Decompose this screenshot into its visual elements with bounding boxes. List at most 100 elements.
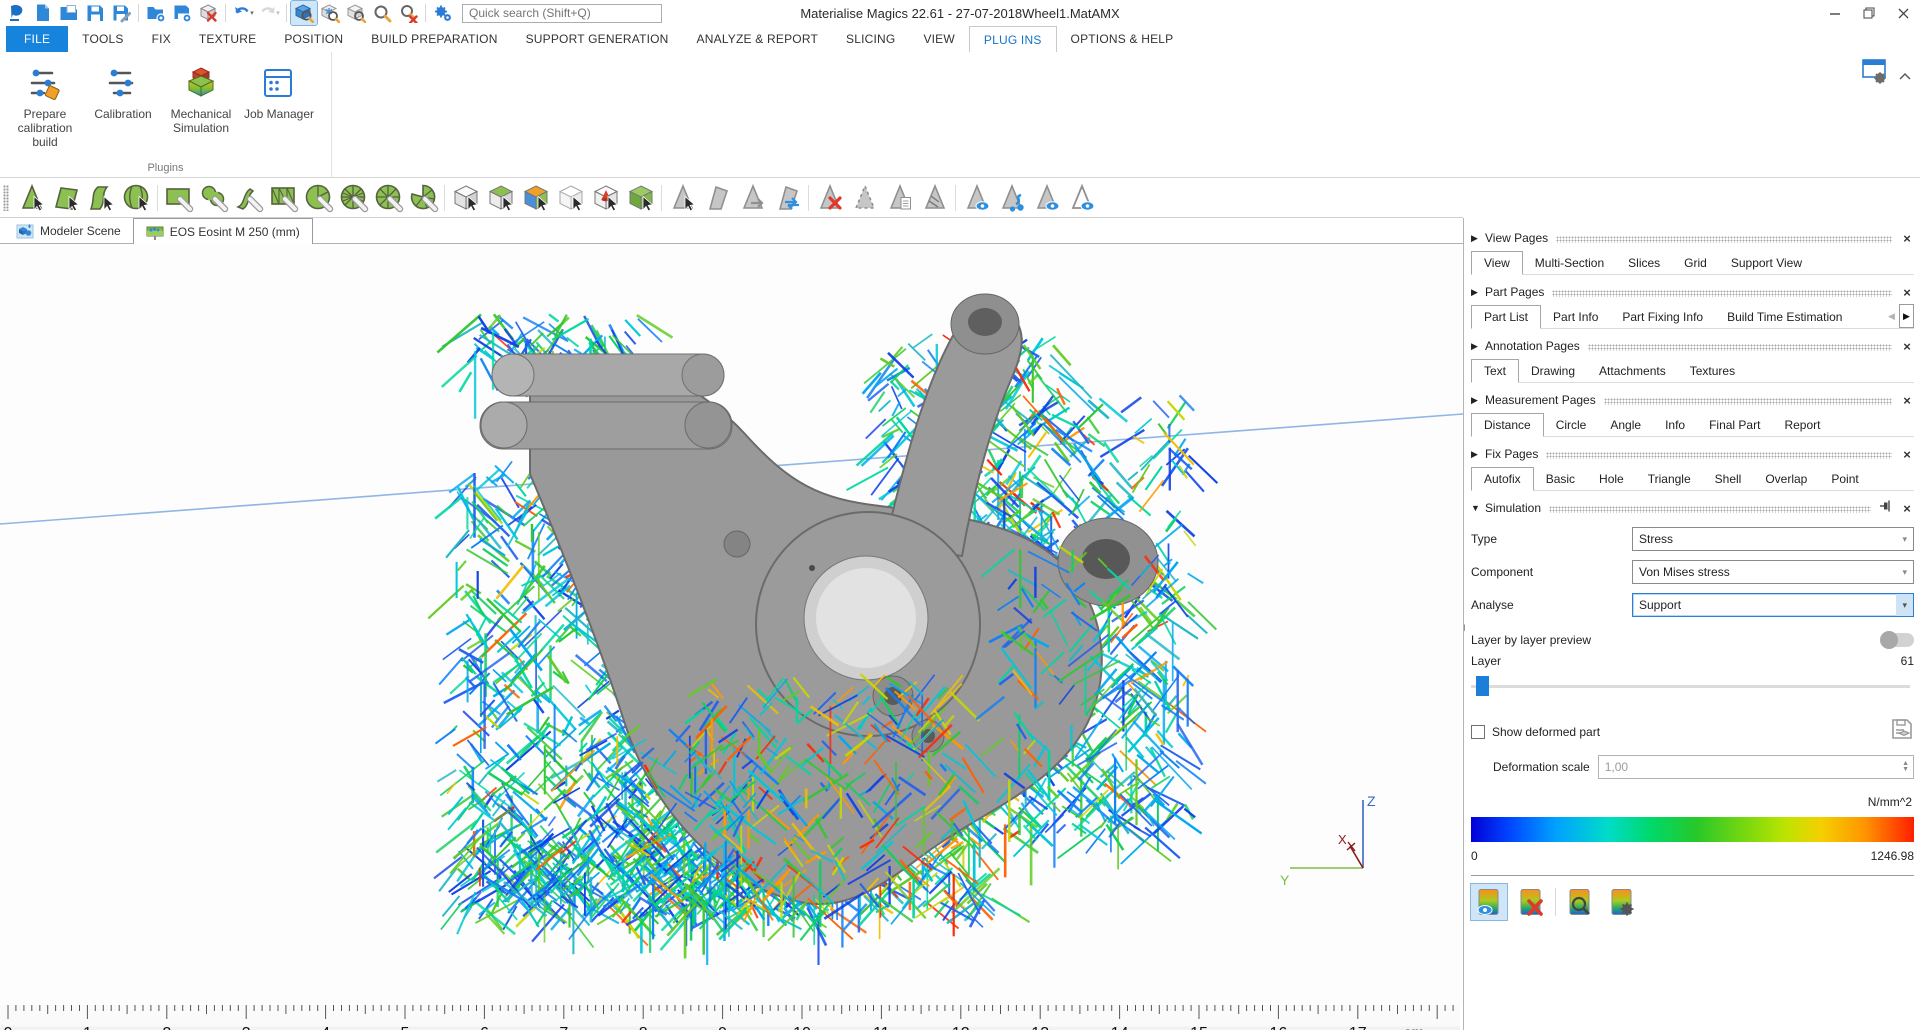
tab-multi-section[interactable]: Multi-Section	[1523, 252, 1616, 274]
close-icon[interactable]: ×	[1900, 393, 1914, 408]
tab-support-view[interactable]: Support View	[1719, 252, 1814, 274]
mark-wheel-icon[interactable]	[371, 181, 406, 215]
scroll-left-icon[interactable]: ◀	[1884, 304, 1899, 328]
search-input[interactable]	[462, 4, 662, 23]
expand-icon[interactable]: ▶	[1471, 341, 1485, 352]
triangles-hide-icon[interactable]	[959, 181, 994, 215]
remove-part-icon[interactable]	[195, 1, 221, 25]
tab-hole[interactable]: Hole	[1587, 468, 1636, 490]
close-icon[interactable]: ×	[1900, 231, 1914, 246]
undo-icon[interactable]: ▾	[230, 1, 256, 25]
close-icon[interactable]: ×	[1900, 339, 1914, 354]
annotation-pages-header[interactable]: ▶Annotation Pages×	[1471, 336, 1914, 356]
open-file-icon[interactable]	[56, 1, 82, 25]
legend-zoom-icon[interactable]	[1562, 884, 1598, 920]
calibration-button[interactable]: Calibration	[84, 58, 162, 162]
tab-attachments[interactable]: Attachments	[1587, 360, 1678, 382]
fix-pages-header[interactable]: ▶Fix Pages×	[1471, 444, 1914, 464]
tab-slices[interactable]: Slices	[1616, 252, 1672, 274]
tab-info[interactable]: Info	[1653, 414, 1697, 436]
pin-icon[interactable]	[1879, 499, 1892, 517]
triangles-select-icon[interactable]	[665, 181, 700, 215]
new-document-icon[interactable]	[30, 1, 56, 25]
select-cube-clear-icon[interactable]	[553, 181, 588, 215]
ribbon-tab-options-help[interactable]: OPTIONS & HELP	[1057, 26, 1188, 52]
select-cube-cone-icon[interactable]	[588, 181, 623, 215]
legend-remove-icon[interactable]	[1513, 884, 1549, 920]
show-deformed-checkbox[interactable]	[1471, 725, 1485, 739]
tab-circle[interactable]: Circle	[1544, 414, 1599, 436]
viewport-3d[interactable]: ZYX	[0, 244, 1463, 1005]
tab-shell[interactable]: Shell	[1703, 468, 1754, 490]
slider-handle[interactable]	[1476, 676, 1489, 696]
zoom-part-icon[interactable]	[317, 1, 343, 25]
zoom-out-icon[interactable]	[395, 1, 421, 25]
ribbon-tab-build-preparation[interactable]: BUILD PREPARATION	[357, 26, 511, 52]
tab-grid[interactable]: Grid	[1672, 252, 1719, 274]
mark-star-icon[interactable]	[336, 181, 371, 215]
mark-curve-icon[interactable]	[231, 181, 266, 215]
save-platform-icon[interactable]	[169, 1, 195, 25]
expand-icon[interactable]: ▶	[1471, 233, 1485, 244]
expand-icon[interactable]: ▶	[1471, 449, 1485, 460]
mark-window-icon[interactable]	[266, 181, 301, 215]
legend-options-icon[interactable]	[1604, 884, 1640, 920]
spinner-buttons[interactable]: ▲▼	[1902, 761, 1913, 773]
scene-tab-eos-eosint-m-250-mm-[interactable]: EOS Eosint M 250 (mm)	[133, 218, 313, 244]
ribbon-tab-texture[interactable]: TEXTURE	[185, 26, 270, 52]
layer-preview-toggle[interactable]	[1880, 633, 1914, 647]
panel-splitter-handle[interactable]: ◀	[1463, 622, 1465, 633]
analyse-dropdown[interactable]: Support ▾	[1632, 593, 1914, 617]
triangles-delete-icon[interactable]	[812, 181, 847, 215]
ribbon-tab-support-generation[interactable]: SUPPORT GENERATION	[512, 26, 683, 52]
type-dropdown[interactable]: Stress ▾	[1632, 527, 1914, 551]
select-cube-icon[interactable]	[448, 181, 483, 215]
save-icon[interactable]	[82, 1, 108, 25]
component-dropdown[interactable]: Von Mises stress ▾	[1632, 560, 1914, 584]
ribbon-tab-analyze-report[interactable]: ANALYZE & REPORT	[683, 26, 832, 52]
mark-triangle-icon[interactable]	[14, 181, 49, 215]
collapse-icon[interactable]: ▼	[1471, 503, 1485, 513]
triangles-expand-icon[interactable]	[735, 181, 770, 215]
mark-shell-icon[interactable]	[119, 181, 154, 215]
close-icon[interactable]: ×	[1900, 501, 1914, 516]
toolbar-drag-handle[interactable]	[3, 185, 9, 211]
triangles-show-marked-icon[interactable]	[994, 181, 1029, 215]
minimize-button[interactable]	[1818, 0, 1852, 26]
triangles-lines-icon[interactable]	[917, 181, 952, 215]
tab-part-fixing-info[interactable]: Part Fixing Info	[1610, 306, 1715, 328]
triangles-show-icon[interactable]	[1029, 181, 1064, 215]
prepare-calibration-build-button[interactable]: Prepare calibration build	[6, 58, 84, 162]
select-cube-inside-icon[interactable]	[483, 181, 518, 215]
open-platform-icon[interactable]	[143, 1, 169, 25]
tab-distance[interactable]: Distance	[1471, 413, 1544, 437]
mark-fan-icon[interactable]	[406, 181, 441, 215]
close-icon[interactable]: ×	[1900, 285, 1914, 300]
tab-part-list[interactable]: Part List	[1471, 305, 1541, 329]
mark-freeform-icon[interactable]	[196, 181, 231, 215]
ribbon-tab-position[interactable]: POSITION	[270, 26, 357, 52]
tab-textures[interactable]: Textures	[1678, 360, 1747, 382]
triangles-dashed-icon[interactable]	[847, 181, 882, 215]
select-cube-color-icon[interactable]	[518, 181, 553, 215]
triangles-invert-icon[interactable]	[700, 181, 735, 215]
ribbon-tab-fix[interactable]: FIX	[138, 26, 185, 52]
tab-triangle[interactable]: Triangle	[1636, 468, 1703, 490]
tab-basic[interactable]: Basic	[1534, 468, 1587, 490]
tab-report[interactable]: Report	[1772, 414, 1832, 436]
zoom-box-icon[interactable]	[291, 1, 317, 25]
unzoom-icon[interactable]	[343, 1, 369, 25]
ribbon-tab-tools[interactable]: TOOLS	[68, 26, 137, 52]
ribbon-tab-file[interactable]: FILE	[6, 26, 68, 52]
layer-slider[interactable]	[1471, 676, 1914, 696]
mark-rectangle-icon[interactable]	[161, 181, 196, 215]
redo-icon[interactable]: ▾	[256, 1, 282, 25]
view-pages-header[interactable]: ▶View Pages×	[1471, 228, 1914, 248]
measurement-pages-header[interactable]: ▶Measurement Pages×	[1471, 390, 1914, 410]
triangles-unhide-all-icon[interactable]	[1064, 181, 1099, 215]
save-as-icon[interactable]	[108, 1, 134, 25]
tab-part-info[interactable]: Part Info	[1541, 306, 1610, 328]
tab-autofix[interactable]: Autofix	[1471, 467, 1534, 491]
tab-point[interactable]: Point	[1819, 468, 1870, 490]
simulation-section-header[interactable]: ▼ Simulation ×	[1471, 498, 1914, 518]
